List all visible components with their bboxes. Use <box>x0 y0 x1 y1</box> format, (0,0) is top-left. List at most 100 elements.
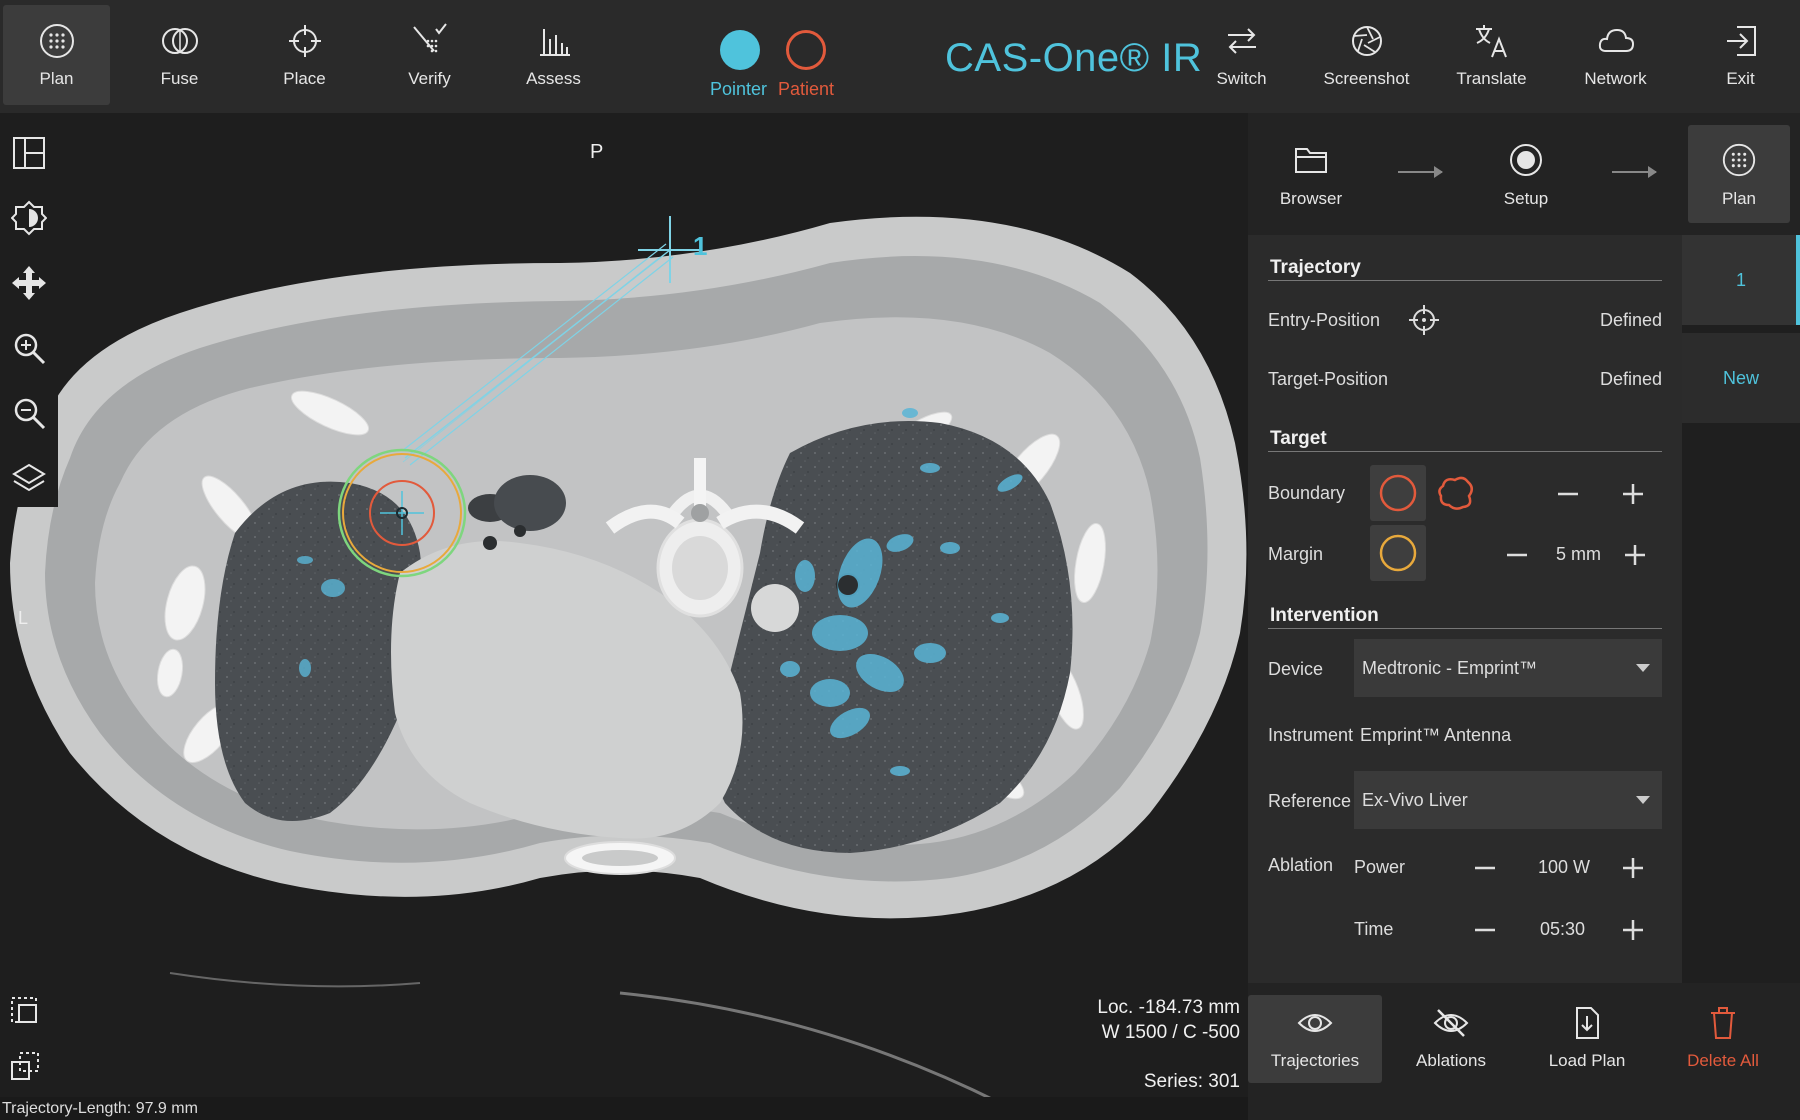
chevron-down-icon <box>1636 796 1650 804</box>
crosshair-icon <box>1409 305 1439 335</box>
toolbar-network-button[interactable]: Network <box>1562 5 1669 105</box>
viewport-tools-bottom <box>0 983 50 1093</box>
layers-icon <box>12 463 46 491</box>
toolbar-fuse-label: Fuse <box>160 69 199 88</box>
circle-shape-icon <box>1379 474 1417 512</box>
workflow-step-browser[interactable]: Browser <box>1260 125 1362 223</box>
toolbar-screenshot-button[interactable]: Screenshot <box>1313 5 1420 105</box>
workflow-step-setup[interactable]: Setup <box>1475 125 1577 223</box>
toolbar-verify-label: Verify <box>408 69 451 88</box>
toolbar-plan-label: Plan <box>39 69 74 88</box>
patient-label: Patient <box>778 79 835 99</box>
pointer-indicator-icon[interactable] <box>720 30 760 70</box>
new-trajectory-button[interactable]: New <box>1682 333 1800 423</box>
intervention-section-title: Intervention <box>1270 605 1379 626</box>
minus-icon <box>1507 553 1527 557</box>
app-title: CAS-One® IR <box>945 36 1203 80</box>
workflow-step-plan-label: Plan <box>1721 189 1757 208</box>
show-ablations-label: Ablations <box>1416 1051 1486 1070</box>
reference-select[interactable]: Ex-Vivo Liver <box>1354 771 1662 829</box>
workflow-step-browser-label: Browser <box>1279 189 1343 208</box>
entry-position-target-button[interactable] <box>1408 304 1440 336</box>
pointer-patient-toggle[interactable]: Pointer Patient <box>700 28 850 103</box>
select-region-icon <box>11 996 37 1023</box>
toolbar-switch-label: Switch <box>1216 69 1267 88</box>
brightness-tool-button[interactable] <box>0 185 58 250</box>
device-select[interactable]: Medtronic - Emprint™ <box>1354 639 1662 697</box>
zoom-in-icon <box>14 333 46 364</box>
toolbar-switch-button[interactable]: Switch <box>1188 5 1295 105</box>
time-increase-button[interactable] <box>1618 915 1648 945</box>
boundary-increase-button[interactable] <box>1618 479 1648 509</box>
toolbar-screenshot-label: Screenshot <box>1323 69 1410 88</box>
target-position-label: Target-Position <box>1268 369 1389 389</box>
toolbar-fuse-button[interactable]: Fuse <box>126 5 233 105</box>
power-decrease-button[interactable] <box>1470 853 1500 883</box>
zoom-out-icon <box>14 398 46 429</box>
toolbar-plan-button[interactable]: Plan <box>3 5 110 105</box>
trajectory-number-label: 1 <box>693 231 708 261</box>
power-value: 100 W <box>1538 857 1591 877</box>
pan-tool-button[interactable] <box>0 250 58 315</box>
load-plan-button[interactable]: Load Plan <box>1520 995 1654 1083</box>
circle-shape-icon <box>1379 534 1417 572</box>
zoom-out-tool-button[interactable] <box>0 380 58 445</box>
margin-decrease-button[interactable] <box>1502 540 1532 570</box>
minus-icon <box>1475 866 1495 870</box>
zoom-in-tool-button[interactable] <box>0 315 58 380</box>
entry-position-value: Defined <box>1599 310 1662 330</box>
boundary-circle-button[interactable] <box>1370 465 1426 521</box>
layout-grid-icon <box>13 136 45 169</box>
switch-arrows-icon <box>1227 28 1256 54</box>
device-label: Device <box>1268 659 1324 679</box>
reference-select-value: Ex-Vivo Liver <box>1362 790 1468 810</box>
layers-tool-button[interactable] <box>0 445 58 510</box>
trajectory-length-readout: Trajectory-Length: 97.9 mm <box>2 1100 198 1117</box>
workflow-step-plan[interactable]: Plan <box>1688 125 1790 223</box>
margin-value: 5 mm <box>1556 544 1601 564</box>
select-region-button[interactable] <box>0 983 50 1038</box>
patient-indicator-icon[interactable] <box>786 30 826 70</box>
boundary-freeform-button[interactable] <box>1428 465 1484 521</box>
eye-icon <box>1297 1014 1333 1032</box>
plus-icon <box>1623 858 1643 878</box>
trajectory-list-item-label: 1 <box>1735 269 1746 290</box>
ct-axial-slice[interactable] <box>0 113 1248 1120</box>
show-ablations-button[interactable]: Ablations <box>1384 995 1518 1083</box>
ct-viewport[interactable]: P L 1 Loc. -184.73 mm W 1500 / C -500 Se… <box>0 113 1248 1120</box>
toolbar-exit-label: Exit <box>1726 69 1755 88</box>
pointer-label: Pointer <box>710 79 768 99</box>
trajectory-list-item[interactable]: 1 <box>1682 235 1800 325</box>
ablation-label: Ablation <box>1268 855 1334 875</box>
show-trajectories-label: Trajectories <box>1270 1051 1360 1070</box>
load-file-icon <box>1576 1007 1599 1039</box>
section-divider <box>1268 628 1662 629</box>
translate-icon <box>1475 25 1507 58</box>
margin-increase-button[interactable] <box>1620 540 1650 570</box>
plan-icon <box>39 24 74 58</box>
reference-label: Reference <box>1268 791 1352 811</box>
plan-icon <box>1722 143 1756 177</box>
margin-circle-button[interactable] <box>1370 525 1426 581</box>
plan-form: Trajectory Entry-Position Defined Target… <box>1248 235 1682 983</box>
toolbar-verify-button[interactable]: Verify <box>376 5 483 105</box>
power-increase-button[interactable] <box>1618 853 1648 883</box>
time-decrease-button[interactable] <box>1470 915 1500 945</box>
workflow-arrow-icon <box>1398 166 1443 178</box>
rotate-region-icon <box>11 1051 39 1080</box>
toolbar-translate-label: Translate <box>1456 69 1527 88</box>
toolbar-translate-button[interactable]: Translate <box>1438 5 1545 105</box>
show-trajectories-button[interactable]: Trajectories <box>1248 995 1382 1083</box>
toolbar-assess-button[interactable]: Assess <box>500 5 607 105</box>
delete-all-button[interactable]: Delete All <box>1656 995 1790 1083</box>
boundary-decrease-button[interactable] <box>1553 479 1583 509</box>
rotate-region-button[interactable] <box>0 1038 50 1093</box>
orientation-posterior-label: P <box>590 141 604 163</box>
toolbar-place-label: Place <box>283 69 326 88</box>
chevron-down-icon <box>1636 664 1650 672</box>
exit-icon <box>1726 26 1756 56</box>
toolbar-exit-button[interactable]: Exit <box>1687 5 1794 105</box>
margin-label: Margin <box>1268 544 1324 564</box>
layout-tool-button[interactable] <box>0 120 58 185</box>
toolbar-place-button[interactable]: Place <box>251 5 358 105</box>
